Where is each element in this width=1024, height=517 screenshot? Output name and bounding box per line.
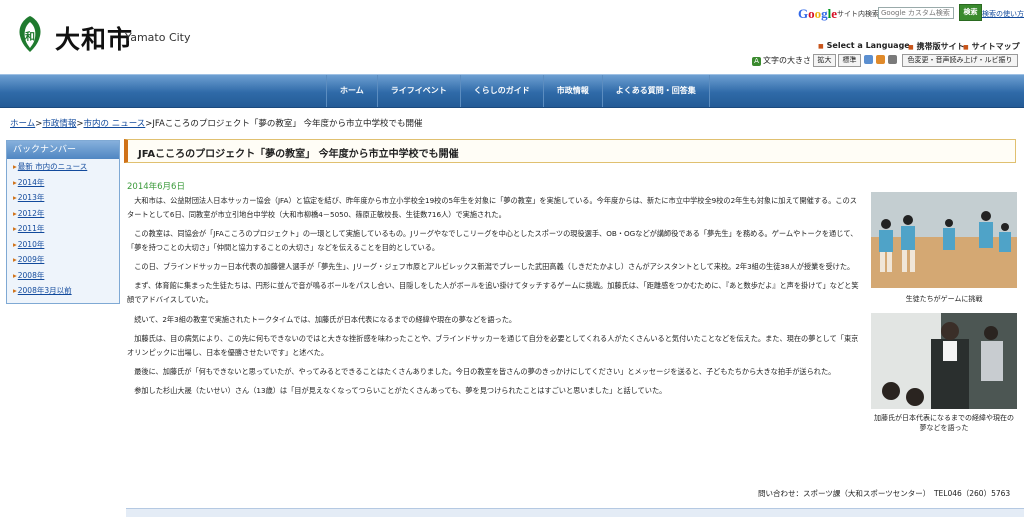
color-icon[interactable] (876, 55, 885, 64)
breadcrumb-city-news[interactable]: 市内の ニュース (84, 119, 146, 129)
sidebar-item-2008[interactable]: 2008年 (7, 268, 119, 284)
contact-info: 問い合わせ：スポーツ課（大和スポーツセンター） TEL046（260）5763 (758, 489, 1011, 498)
breadcrumb: ホーム>市政情報>市内の ニュース>JFAこころのプロジェクト「夢の教室」 今年… (10, 119, 423, 129)
article-paragraph: この教室は、同協会が「JFAこころのプロジェクト」の一環として実施しているもの。… (127, 229, 858, 252)
breadcrumb-city-info[interactable]: 市政情報 (42, 119, 76, 129)
site-search-label: サイト内検索 (837, 10, 879, 18)
breadcrumb-current: JFAこころのプロジェクト「夢の教室」 今年度から市立中学校でも開催 (152, 119, 423, 129)
sidebar-item-before-2008-03[interactable]: 2008年3月以前 (7, 283, 119, 299)
photo-caption: 加藤氏が日本代表になるまでの経緯や現在の夢などを語った (874, 414, 1014, 432)
sidebar-item-2009[interactable]: 2009年 (7, 252, 119, 268)
font-size-label: A 文字の大きさ (752, 55, 811, 66)
sidebar-item-2013[interactable]: 2013年 (7, 190, 119, 206)
site-name-english: Yamato City (125, 31, 191, 44)
photo-caption: 生徒たちがゲームに挑戦 (905, 295, 983, 303)
sidebar-back-numbers: バックナンバー 最新 市内のニュース 2014年 2013年 2012年 201… (6, 140, 120, 304)
sidebar-title: バックナンバー (7, 141, 119, 159)
article-paragraph: 最後に、加藤氏が「何もできないと思っていたが、やってみるとできることはたくさんあ… (134, 366, 836, 376)
ruby-icon[interactable] (888, 55, 897, 64)
global-nav: ホーム ライフイベント くらしのガイド 市政情報 よくある質問・回答集 (0, 74, 1024, 108)
photo-game-students (871, 192, 1017, 288)
article-date: 2014年6月6日 (127, 182, 185, 192)
article-paragraph: 参加した杉山大晟（たいせい）さん（13歳）は「目が見えなくなってつらいことがたく… (134, 386, 667, 396)
select-language-link[interactable]: Select a Language (818, 41, 910, 50)
article-paragraph: 加藤氏は、目の病気により、この先に何もできないのではと大きな挫折感を味わったこと… (127, 333, 859, 357)
site-name[interactable]: 大和市 (55, 20, 133, 56)
article-paragraph: 大和市は、公益財団法人日本サッカー協会（JFA）と協定を結び、昨年度から市立小学… (127, 196, 857, 219)
sidebar-item-2014[interactable]: 2014年 (7, 175, 119, 191)
speaker-icon[interactable] (864, 55, 873, 64)
sitemap-link[interactable]: サイトマップ (963, 41, 1020, 52)
font-enlarge-button[interactable]: 拡大 (813, 54, 836, 67)
svg-text:和: 和 (24, 30, 35, 43)
sidebar-item-2012[interactable]: 2012年 (7, 206, 119, 222)
article-title: JFAこころのプロジェクト「夢の教室」 今年度から市立中学校でも開催 (138, 149, 459, 160)
font-standard-button[interactable]: 標準 (838, 54, 861, 67)
article-body: 大和市は、公益財団法人日本サッカー協会（JFA）と協定を結び、昨年度から市立小学… (127, 194, 862, 404)
mobile-site-link[interactable]: 携帯版サイト (908, 41, 965, 52)
sidebar-item-2010[interactable]: 2010年 (7, 237, 119, 253)
sidebar-item-latest[interactable]: 最新 市内のニュース (7, 159, 119, 175)
article-paragraph: まず、体育館に集まった生徒たちは、円形に並んで音が鳴るボールをパスし合い、目隠し… (127, 281, 859, 305)
nav-faq[interactable]: よくある質問・回答集 (603, 75, 710, 107)
accessibility-button[interactable]: 色変更・音声読み上げ・ルビ振り (902, 54, 1018, 67)
nav-city-info[interactable]: 市政情報 (544, 75, 603, 107)
article-paragraph: 続いて、2年3組の教室で実施されたトークタイムでは、加藤氏が日本代表になるまでの… (134, 314, 517, 324)
site-header: 和 大和市 Yamato City Google サイト内検索 検索 検索の使い… (0, 0, 1024, 74)
nav-living-guide[interactable]: くらしのガイド (461, 75, 544, 107)
photo-talk-time (871, 313, 1017, 409)
search-input[interactable] (878, 7, 954, 19)
breadcrumb-home[interactable]: ホーム (10, 119, 35, 129)
article-paragraph: この日、ブラインドサッカー日本代表の加藤健人選手が「夢先生」、Jリーグ・ジェフ市… (134, 262, 855, 272)
sidebar-item-2011[interactable]: 2011年 (7, 221, 119, 237)
article-title-box: JFAこころのプロジェクト「夢の教室」 今年度から市立中学校でも開催 (124, 139, 1016, 163)
nav-home[interactable]: ホーム (326, 75, 378, 107)
search-button[interactable]: 検索 (959, 4, 982, 21)
city-emblem-icon[interactable]: 和 (14, 14, 46, 54)
google-logo: Google (798, 6, 838, 21)
font-size-a-icon: A (752, 57, 761, 66)
nav-life-events[interactable]: ライフイベント (378, 75, 461, 107)
search-help-link[interactable]: 検索の使い方 (982, 9, 1024, 19)
